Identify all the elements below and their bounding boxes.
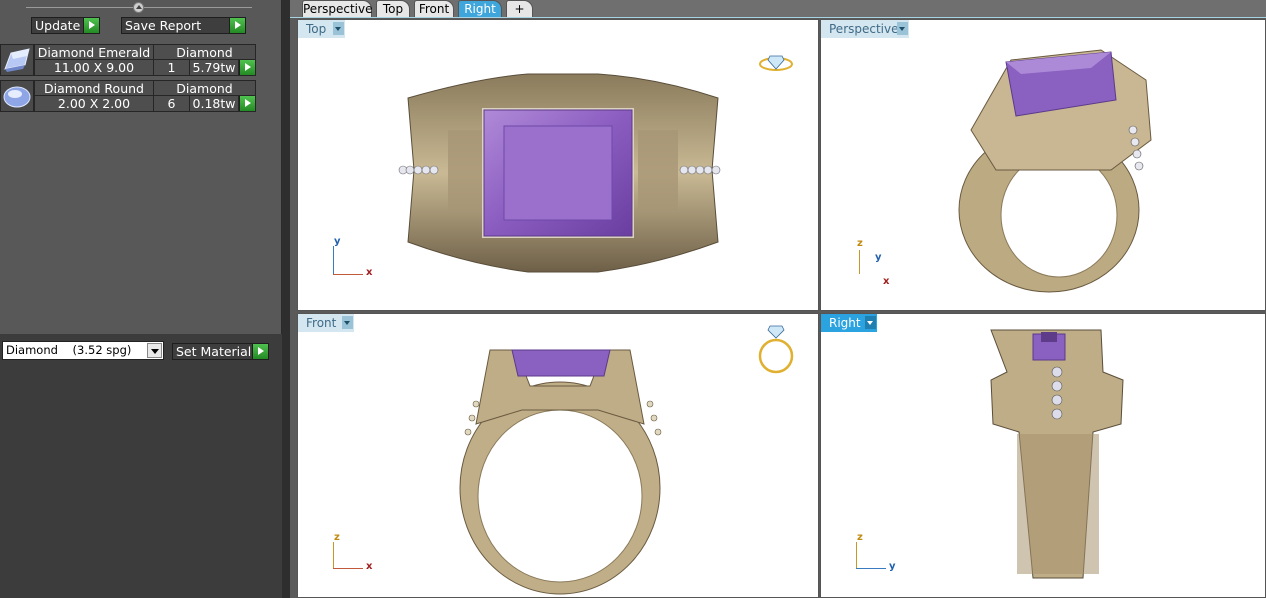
- ring-render-front: [459, 325, 794, 595]
- ring-render-perspective: [958, 49, 1152, 293]
- viewport-tabbar: Perspective Top Front Right +: [290, 0, 1266, 18]
- play-arrow-icon[interactable]: [252, 344, 268, 359]
- gem-material: Diamond: [154, 81, 255, 96]
- save-report-label: Save Report: [125, 18, 202, 33]
- ring-icon: [759, 55, 793, 71]
- ring-render-top: [398, 55, 793, 273]
- set-material-button[interactable]: Set Material: [172, 343, 269, 360]
- viewport-front[interactable]: Front z x: [297, 313, 819, 598]
- gem-material: Diamond: [154, 45, 255, 60]
- viewport-perspective[interactable]: Perspective z y x: [820, 19, 1266, 311]
- set-material-label: Set Material: [176, 344, 252, 359]
- gem-shape: Diamond Round: [35, 81, 154, 96]
- viewport-right[interactable]: Right z y: [820, 313, 1266, 598]
- gem-size: 11.00 X 9.00: [35, 60, 154, 75]
- emerald-cut-gem-icon: [0, 44, 34, 76]
- viewport-top[interactable]: Top y x: [297, 19, 819, 311]
- material-selected-value: Diamond (3.52 spg): [6, 343, 132, 357]
- axis-x-label: x: [366, 561, 373, 572]
- panel-scrollbar[interactable]: [282, 0, 290, 598]
- viewport-area: Perspective Top Front Right + Top y x Pe…: [290, 0, 1266, 598]
- tab-top[interactable]: Top: [376, 0, 410, 17]
- tab-front[interactable]: Front: [414, 0, 454, 17]
- play-arrow-icon[interactable]: [239, 60, 255, 75]
- gem-count: 6: [154, 96, 190, 111]
- axis-y-label: y: [875, 252, 882, 263]
- ring-render-right: [990, 329, 1124, 579]
- gem-size: 2.00 X 2.00: [35, 96, 154, 111]
- ring-icon: [758, 325, 794, 374]
- gem-shape: Diamond Emerald: [35, 45, 154, 60]
- gem-list-area: Update Save Report Diamond Emerald Diamo…: [0, 0, 282, 334]
- axis-y-label: y: [334, 236, 341, 247]
- collapse-toggle-icon[interactable]: [133, 2, 144, 13]
- gem-row[interactable]: Diamond Round Diamond 2.00 X 2.00 6 0.18…: [34, 80, 256, 112]
- update-button[interactable]: Update: [31, 17, 100, 34]
- axis-z-label: z: [857, 238, 863, 249]
- play-arrow-icon[interactable]: [229, 18, 245, 33]
- play-arrow-icon[interactable]: [83, 18, 99, 33]
- gem-weight: 0.18tw: [190, 96, 239, 111]
- save-report-button[interactable]: Save Report: [121, 17, 246, 34]
- gem-report-panel: Update Save Report Diamond Emerald Diamo…: [0, 0, 290, 598]
- axis-x-label: x: [883, 276, 890, 287]
- axis-z-label: z: [334, 532, 340, 543]
- update-label: Update: [35, 18, 81, 33]
- axis-x-label: x: [366, 267, 373, 278]
- chevron-down-icon[interactable]: [147, 343, 162, 358]
- gem-row[interactable]: Diamond Emerald Diamond 11.00 X 9.00 1 5…: [34, 44, 256, 76]
- axis-y-label: y: [889, 561, 896, 572]
- gem-weight: 5.79tw: [190, 60, 239, 75]
- axis-z-label: z: [857, 532, 863, 543]
- play-arrow-icon[interactable]: [239, 96, 255, 111]
- tab-perspective[interactable]: Perspective: [302, 0, 373, 17]
- add-tab-button[interactable]: +: [506, 0, 533, 17]
- round-gem-icon: [0, 80, 34, 112]
- material-dropdown[interactable]: Diamond (3.52 spg): [2, 341, 164, 360]
- tab-right[interactable]: Right: [458, 0, 502, 17]
- gem-count: 1: [154, 60, 190, 75]
